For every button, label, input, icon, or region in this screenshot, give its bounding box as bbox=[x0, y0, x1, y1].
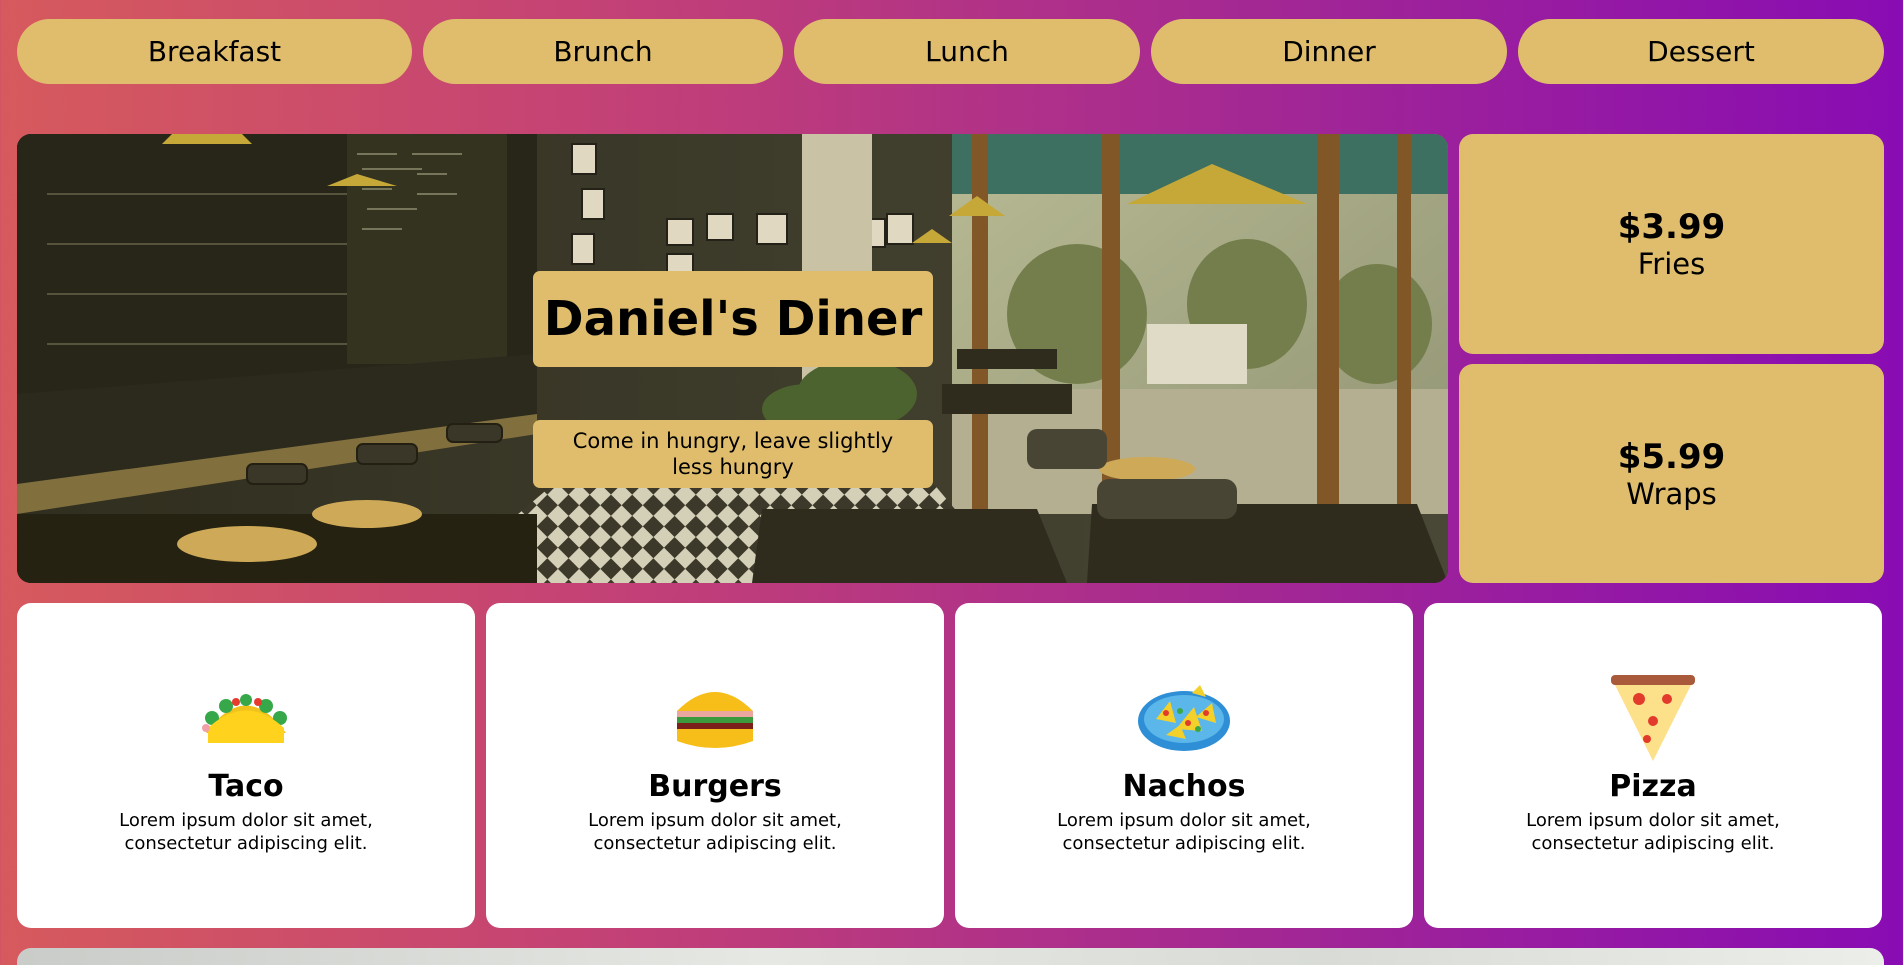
food-card-taco[interactable]: Taco Lorem ipsum dolor sit amet, consect… bbox=[17, 603, 475, 928]
nachos-icon bbox=[1136, 673, 1232, 763]
nav-breakfast-button[interactable]: Breakfast bbox=[17, 19, 412, 84]
food-description: Lorem ipsum dolor sit amet, consectetur … bbox=[1057, 810, 1311, 854]
special-card-wraps[interactable]: $5.99 Wraps bbox=[1459, 364, 1884, 583]
food-card-nachos[interactable]: Nachos Lorem ipsum dolor sit amet, conse… bbox=[955, 603, 1413, 928]
nav-brunch-button[interactable]: Brunch bbox=[423, 19, 783, 84]
food-name: Nachos bbox=[1122, 769, 1246, 804]
special-label: Wraps bbox=[1626, 476, 1717, 511]
hero-banner: Daniel's Diner Come in hungry, leave sli… bbox=[17, 134, 1448, 583]
food-description: Lorem ipsum dolor sit amet, consectetur … bbox=[1526, 810, 1780, 854]
special-card-fries[interactable]: $3.99 Fries bbox=[1459, 134, 1884, 354]
food-name: Taco bbox=[208, 769, 284, 804]
food-description: Lorem ipsum dolor sit amet, consectetur … bbox=[119, 810, 373, 854]
taco-icon bbox=[198, 673, 294, 763]
nav-dinner-button[interactable]: Dinner bbox=[1151, 19, 1507, 84]
restaurant-tagline: Come in hungry, leave slightly less hung… bbox=[533, 420, 933, 488]
food-name: Pizza bbox=[1609, 769, 1697, 804]
food-card-burgers[interactable]: Burgers Lorem ipsum dolor sit amet, cons… bbox=[486, 603, 944, 928]
burger-icon bbox=[667, 673, 763, 763]
next-section-image bbox=[17, 948, 1884, 965]
food-description: Lorem ipsum dolor sit amet, consectetur … bbox=[588, 810, 842, 854]
nav-lunch-button[interactable]: Lunch bbox=[794, 19, 1140, 84]
food-name: Burgers bbox=[648, 769, 782, 804]
pizza-icon bbox=[1605, 673, 1701, 763]
food-cards: Taco Lorem ipsum dolor sit amet, consect… bbox=[17, 603, 1884, 928]
food-card-pizza[interactable]: Pizza Lorem ipsum dolor sit amet, consec… bbox=[1424, 603, 1882, 928]
nav-dessert-button[interactable]: Dessert bbox=[1518, 19, 1884, 84]
special-price: $3.99 bbox=[1617, 207, 1726, 247]
meal-nav: Breakfast Brunch Lunch Dinner Dessert bbox=[17, 19, 1884, 84]
restaurant-title: Daniel's Diner bbox=[533, 271, 933, 367]
special-price: $5.99 bbox=[1617, 436, 1726, 477]
special-label: Fries bbox=[1637, 247, 1706, 281]
